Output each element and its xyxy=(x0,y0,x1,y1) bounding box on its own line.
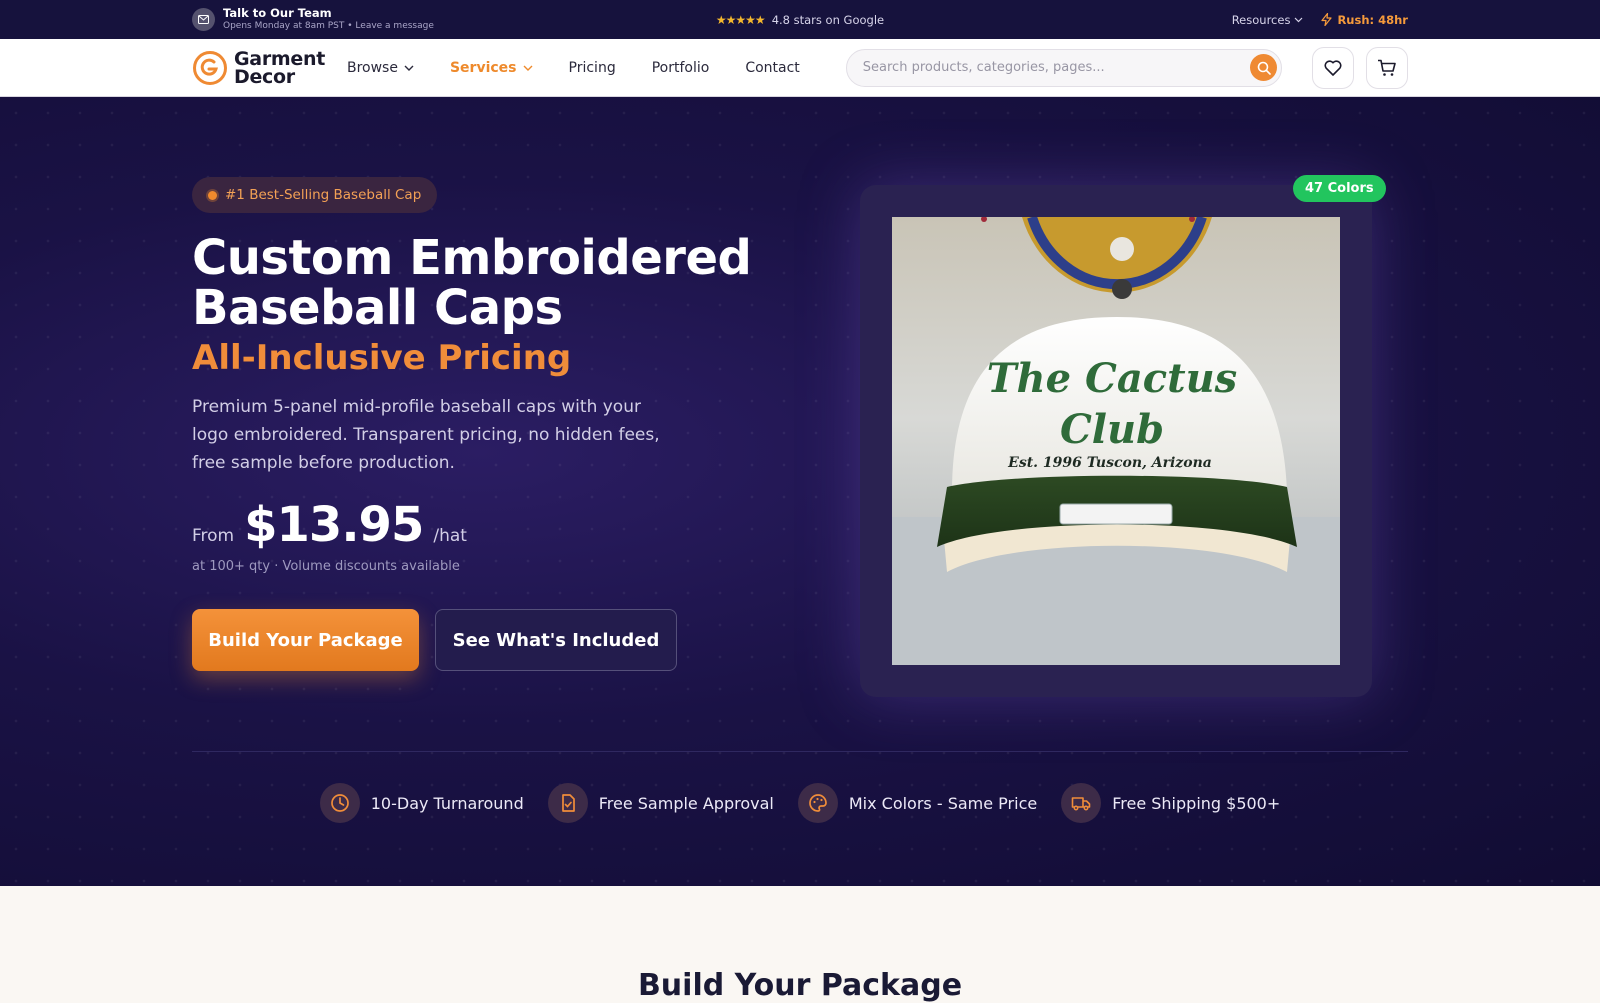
price-note: at 100+ qty · Volume discounts available xyxy=(192,559,460,574)
nav-portfolio-label: Portfolio xyxy=(651,59,710,76)
nav-services-label: Services xyxy=(449,59,517,76)
colors-badge: 47 Colors xyxy=(1293,175,1386,202)
cart-icon xyxy=(1378,59,1396,76)
cap-text-1: The Cactus xyxy=(987,355,1237,402)
logo[interactable]: Garment Decor xyxy=(192,47,325,88)
palette-icon xyxy=(797,783,838,823)
feature-shipping-label: Free Shipping $500+ xyxy=(1112,793,1281,813)
bestseller-badge: #1 Best-Selling Baseball Cap xyxy=(192,177,438,213)
page-title: Custom Embroidered Baseball Caps xyxy=(192,230,752,336)
cart-button[interactable] xyxy=(1366,46,1408,89)
page-subtitle: All-Inclusive Pricing xyxy=(192,338,572,378)
price-amount: $13.95 xyxy=(244,497,424,553)
feature-turnaround: 10-Day Turnaround xyxy=(319,783,524,823)
search-button[interactable] xyxy=(1250,54,1277,81)
price-unit: /hat xyxy=(433,526,467,546)
cap-text-2: Club xyxy=(1060,406,1164,453)
feature-colors-label: Mix Colors - Same Price xyxy=(848,793,1038,813)
nav-browse-label: Browse xyxy=(346,59,398,76)
mail-icon xyxy=(192,8,215,31)
bestseller-badge-label: #1 Best-Selling Baseball Cap xyxy=(225,187,422,203)
main-nav: Garment Decor Browse Services Pricing Po… xyxy=(0,39,1600,97)
feature-list: 10-Day Turnaround Free Sample Approval M… xyxy=(0,783,1600,823)
truck-icon xyxy=(1061,783,1102,823)
feature-colors: Mix Colors - Same Price xyxy=(797,783,1038,823)
nav-pricing-label: Pricing xyxy=(568,59,616,76)
chevron-down-icon xyxy=(404,65,414,71)
rating-text: 4.8 stars on Google xyxy=(771,12,885,27)
build-package-section: Build Your Package xyxy=(0,904,1600,1003)
see-included-button[interactable]: See What's Included xyxy=(435,609,677,671)
section-heading: Build Your Package xyxy=(637,968,963,1003)
wishlist-button[interactable] xyxy=(1312,46,1354,89)
heart-icon xyxy=(1324,59,1342,76)
team-title: Talk to Our Team xyxy=(223,6,332,20)
search-input[interactable] xyxy=(862,60,1243,75)
badge-dot-icon xyxy=(208,190,217,200)
star-rating-icon: ★★★★★ xyxy=(715,12,766,27)
nav-contact-label: Contact xyxy=(745,59,800,76)
hero-divider xyxy=(192,751,1408,752)
resources-dropdown[interactable]: Resources xyxy=(1232,13,1304,27)
lightning-icon xyxy=(1321,13,1333,26)
build-package-button[interactable]: Build Your Package xyxy=(192,609,419,671)
announcement-bar: Talk to Our Team Opens Monday at 8am PST… xyxy=(0,0,1600,39)
nav-services[interactable]: Services xyxy=(450,60,533,76)
feature-shipping: Free Shipping $500+ xyxy=(1061,783,1280,823)
talk-to-team[interactable]: Talk to Our Team Opens Monday at 8am PST… xyxy=(192,7,522,32)
cap-text-3: Est. 1996 Tuscon, Arizona xyxy=(1007,455,1212,471)
nav-portfolio[interactable]: Portfolio xyxy=(652,60,710,76)
chevron-down-icon xyxy=(1295,17,1303,22)
logo-line-1: Garment xyxy=(234,47,325,70)
nav-browse[interactable]: Browse xyxy=(347,60,414,76)
price-from: From xyxy=(192,526,235,546)
document-check-icon xyxy=(547,783,588,823)
nav-pricing[interactable]: Pricing xyxy=(569,60,616,76)
nav-contact[interactable]: Contact xyxy=(745,60,799,76)
product-photo[interactable]: The Cactus Club Est. 1996 Tuscon, Arizon… xyxy=(892,217,1340,665)
hero-description: Premium 5-panel mid-profile baseball cap… xyxy=(192,397,660,473)
logo-mark-icon xyxy=(193,50,227,85)
google-rating[interactable]: ★★★★★ 4.8 stars on Google xyxy=(716,13,884,27)
rush-link[interactable]: Rush: 48hr xyxy=(1321,13,1408,27)
clock-icon xyxy=(319,783,360,823)
search-bar xyxy=(845,48,1282,87)
search-icon xyxy=(1257,61,1271,75)
hero-section: #1 Best-Selling Baseball Cap Custom Embr… xyxy=(0,97,1600,886)
feature-sample-label: Free Sample Approval xyxy=(598,793,774,813)
price-display: From $13.95 /hat xyxy=(192,497,467,553)
chevron-down-icon xyxy=(523,65,533,71)
resources-label: Resources xyxy=(1231,12,1291,27)
rush-label: Rush: 48hr xyxy=(1337,12,1408,27)
team-hours: Opens Monday at 8am PST • Leave a messag… xyxy=(223,21,434,31)
feature-sample: Free Sample Approval xyxy=(547,783,774,823)
feature-turnaround-label: 10-Day Turnaround xyxy=(370,793,524,813)
logo-line-2: Decor xyxy=(234,65,295,88)
